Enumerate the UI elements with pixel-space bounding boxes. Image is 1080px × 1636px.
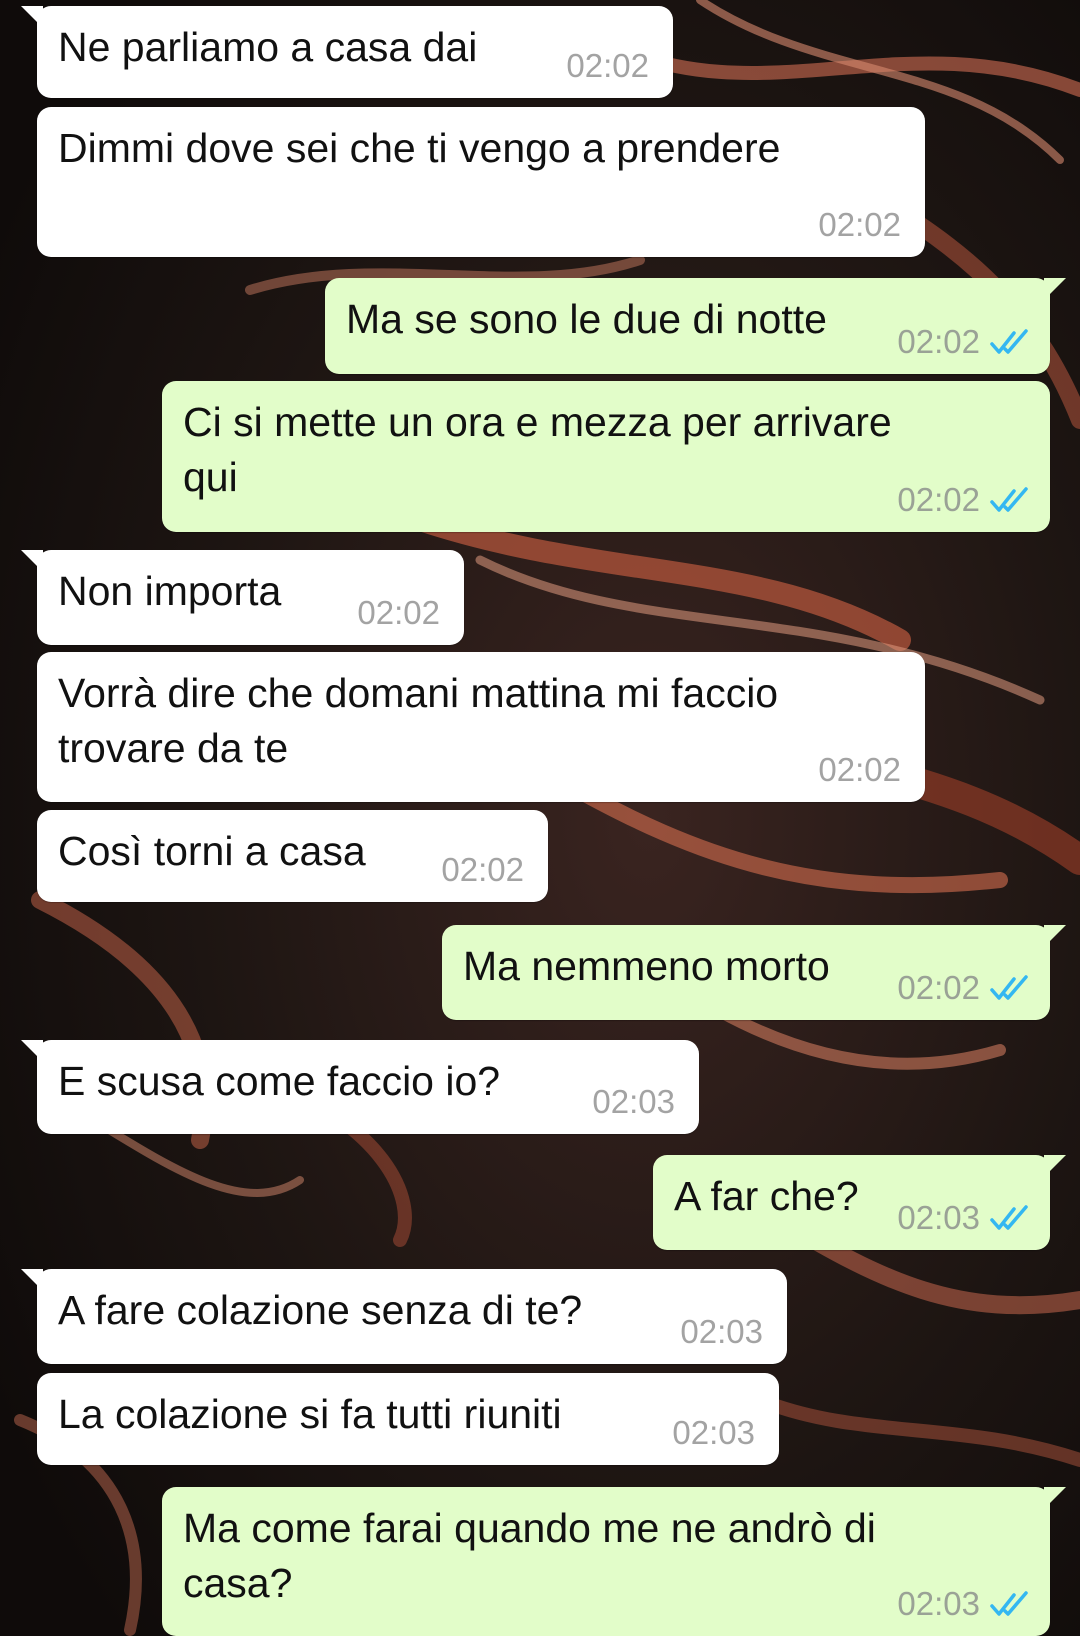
bubble-tail — [1044, 1487, 1066, 1509]
bubble-tail — [21, 6, 43, 28]
outgoing-message-bubble[interactable]: Ci si mette un ora e mezza per arrivare … — [162, 381, 1050, 532]
message-text: Così torni a casa — [58, 828, 366, 874]
outgoing-message-bubble[interactable]: Ma nemmeno morto 02:02 — [442, 925, 1066, 1020]
message-text: Ne parliamo a casa dai — [58, 24, 478, 70]
incoming-message-bubble[interactable]: Così torni a casa 02:02 — [37, 810, 548, 902]
message-text: A fare colazione senza di te? — [58, 1287, 583, 1333]
outgoing-message-bubble[interactable]: Ma se sono le due di notte 02:02 — [325, 278, 1066, 374]
incoming-message-bubble[interactable]: Ne parliamo a casa dai 02:02 — [21, 6, 673, 98]
read-double-check-icon — [990, 1591, 1028, 1616]
bubble-tail — [21, 1040, 43, 1062]
message-text: Ma come farai quando me ne andrò di casa… — [183, 1505, 876, 1606]
incoming-message-bubble[interactable]: La colazione si fa tutti riuniti 02:03 — [37, 1373, 779, 1465]
message-text: E scusa come faccio io? — [58, 1058, 501, 1104]
incoming-message-bubble[interactable]: Vorrà dire che domani mattina mi faccio … — [37, 652, 925, 802]
message-text: Ci si mette un ora e mezza per arrivare … — [183, 399, 892, 500]
read-double-check-icon — [990, 329, 1028, 354]
message-timestamp: 02:02 — [897, 969, 980, 1006]
message-text: Dimmi dove sei che ti vengo a prendere — [58, 125, 781, 171]
bubble-tail — [21, 1269, 43, 1291]
message-timestamp: 02:03 — [897, 1199, 980, 1236]
incoming-message-bubble[interactable]: E scusa come faccio io? 02:03 — [21, 1040, 699, 1134]
bubble-tail — [21, 550, 43, 572]
message-timestamp: 02:02 — [897, 323, 980, 360]
message-timestamp: 02:03 — [672, 1414, 755, 1451]
message-timestamp: 02:02 — [897, 481, 980, 518]
outgoing-message-bubble[interactable]: A far che? 02:03 — [653, 1155, 1066, 1250]
message-timestamp: 02:02 — [357, 594, 440, 631]
message-timestamp: 02:03 — [592, 1083, 675, 1120]
incoming-message-bubble[interactable]: A fare colazione senza di te? 02:03 — [21, 1269, 787, 1364]
message-timestamp: 02:03 — [897, 1585, 980, 1622]
message-text: Ma se sono le due di notte — [346, 296, 827, 342]
message-timestamp: 02:02 — [818, 751, 901, 788]
outgoing-message-bubble[interactable]: Ma come farai quando me ne andrò di casa… — [162, 1487, 1066, 1636]
read-double-check-icon — [990, 975, 1028, 1000]
message-text: La colazione si fa tutti riuniti — [58, 1391, 562, 1437]
incoming-message-bubble[interactable]: Dimmi dove sei che ti vengo a prendere 02… — [37, 107, 925, 257]
message-text: Non importa — [58, 568, 282, 614]
message-timestamp: 02:02 — [566, 47, 649, 84]
chat-conversation: Ne parliamo a casa dai 02:02 Dimmi dove se… — [0, 0, 1080, 1636]
read-double-check-icon — [990, 1205, 1028, 1230]
read-double-check-icon — [990, 487, 1028, 512]
bubble-tail — [1044, 278, 1066, 300]
message-text: A far che? — [674, 1173, 859, 1219]
bubble-tail — [1044, 925, 1066, 947]
incoming-message-bubble[interactable]: Non importa 02:02 — [21, 550, 464, 645]
bubble-tail — [1044, 1155, 1066, 1177]
message-timestamp: 02:02 — [818, 206, 901, 243]
message-timestamp: 02:03 — [680, 1313, 763, 1350]
message-text: Vorrà dire che domani mattina mi faccio … — [58, 670, 779, 771]
message-timestamp: 02:02 — [441, 851, 524, 888]
message-text: Ma nemmeno morto — [463, 943, 830, 989]
